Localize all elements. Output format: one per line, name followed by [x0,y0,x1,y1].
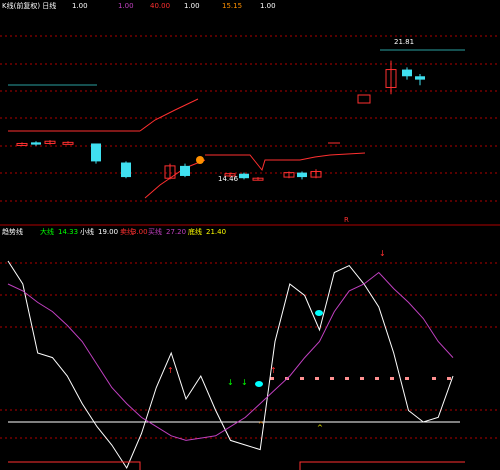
series-line-magenta [7,271,454,441]
header-value-2: 1.00 [118,2,134,10]
sun-marker-icon [196,156,204,164]
candle-body [415,76,425,80]
signal-arrows: ↑ ↓ ↓ ↑ ↓ ^ ^ [167,249,386,432]
yellow-marker-icon: ^ [317,424,323,432]
sell-arrow-icon-3: ↓ [379,249,386,258]
candle-body [91,143,101,162]
stock-chart: K线(前复权) 日线 1.00 1.00 40.00 1.00 15.15 1.… [0,1,500,470]
candles [16,60,425,181]
buy-arrow-icon-2: ↓ [241,378,248,387]
sell-arrow-icon-1: ↑ [167,366,174,375]
bottom-grid [0,262,500,439]
legend-value-1: 14.33 [58,228,78,236]
candle-body [31,142,41,145]
candle-body [121,162,131,178]
header-values: 1.00 1.00 40.00 1.00 15.15 1.00 [72,2,276,10]
candle-body [297,172,307,178]
bottom-panel: 趋势线 大线 14.33 小线 19.00 卖线 3.00 买线 27.20 底… [0,227,500,470]
header-value-6: 1.00 [260,2,276,10]
header-value-1: 1.00 [72,2,88,10]
legend-label-5: 底线 [188,227,202,236]
baseline-markers [270,377,451,380]
legend-label-2: 小线 [80,227,94,236]
ma-line-rising [139,98,199,132]
header-value-4: 1.00 [184,2,200,10]
header-value-5: 15.15 [222,2,242,10]
hollow-box-marker [357,94,371,104]
series-line-white [7,260,454,470]
candle-body [402,69,412,77]
high-price-label: 21.81 [394,38,414,46]
header-value-3: 40.00 [150,2,170,10]
bottom-panel-title: 趋势线 [2,227,23,236]
top-bottom-marker: R [344,216,349,224]
candle-body [180,165,190,176]
low-price-label: 14.46 [218,175,239,183]
bottom-red-bar-2 [299,461,465,470]
top-panel-title: K线(前复权) 日线 [2,1,56,10]
legend-value-2: 19.00 [98,228,118,236]
cyan-dot-icon-2 [315,310,323,316]
legend: 大线 14.33 小线 19.00 卖线 3.00 买线 27.20 底线 21… [40,227,226,236]
legend-value-3: 3.00 [132,228,148,236]
orange-marker-icon: ^ [258,421,264,429]
sell-arrow-icon-2: ↑ [270,366,277,375]
cyan-dot-icon-1 [255,381,263,387]
legend-label-4: 买线 [148,227,162,236]
legend-label-1: 大线 [40,227,54,236]
candle-body [239,173,249,179]
ma-line-step [205,152,366,172]
legend-value-4: 27.20 [166,228,186,236]
top-grid [0,35,500,202]
legend-value-5: 21.40 [206,228,226,236]
bottom-red-bar [8,461,141,470]
top-panel: K线(前复权) 日线 1.00 1.00 40.00 1.00 15.15 1.… [0,1,500,226]
buy-arrow-icon-1: ↓ [227,378,234,387]
